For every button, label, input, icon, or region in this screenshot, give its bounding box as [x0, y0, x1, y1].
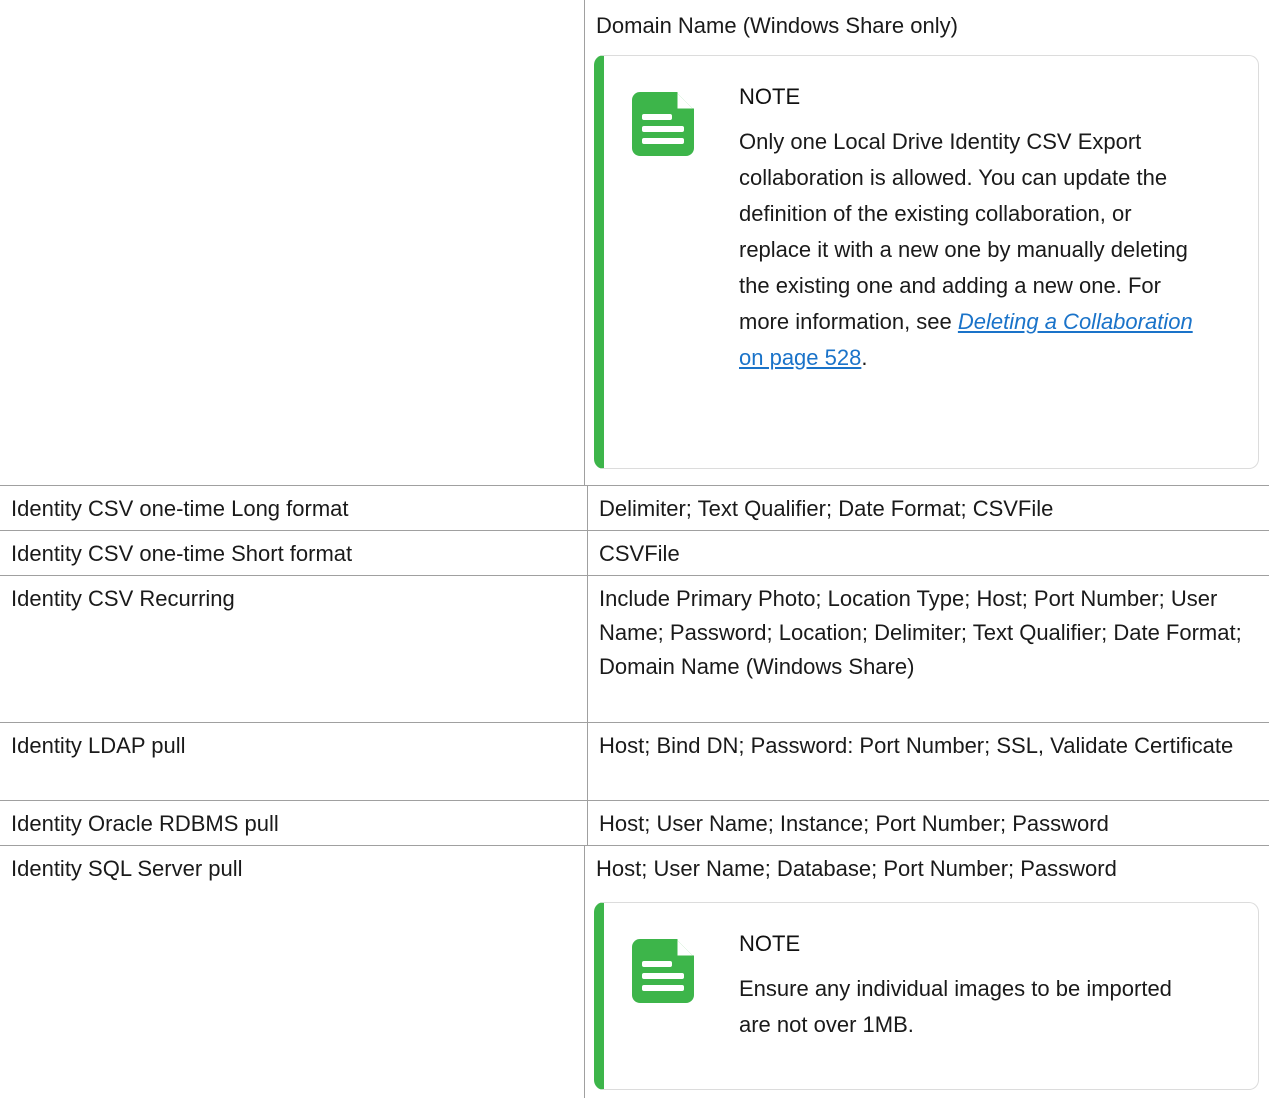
table-cell-type: Identity CSV one-time Long format — [11, 496, 349, 521]
document-note-icon — [632, 939, 694, 1003]
cell-text: Domain Name (Windows Share only) — [596, 13, 958, 38]
note-body: Ensure any individual images to be impor… — [739, 976, 1172, 1037]
table-cell-parameters: Domain Name (Windows Share only) NOTE On… — [584, 0, 1269, 485]
note-callout: NOTE Ensure any individual images to be … — [594, 902, 1259, 1090]
table-cell-type: Identity LDAP pull — [11, 733, 186, 758]
link-title: Deleting a Collaboration — [957, 309, 1193, 334]
cell-text: Host; User Name; Database; Port Number; … — [596, 856, 1117, 881]
table-cell-parameters: Include Primary Photo; Location Type; Ho… — [587, 576, 1269, 722]
link-page: on page 528 — [739, 345, 862, 370]
table-cell-type: Identity CSV Recurring — [11, 586, 235, 611]
table-cell-type — [0, 0, 584, 485]
document-note-icon — [632, 92, 694, 156]
table-cell-parameters: Host; Bind DN; Password: Port Number; SS… — [587, 723, 1269, 800]
table-cell-type: Identity CSV one-time Short format — [11, 541, 353, 566]
note-trail: . — [861, 345, 868, 370]
note-body: Only one Local Drive Identity CSV Export… — [739, 124, 1198, 376]
parameters-table: Domain Name (Windows Share only) NOTE On… — [0, 0, 1269, 1098]
note-title: NOTE — [739, 84, 801, 109]
note-callout: NOTE Only one Local Drive Identity CSV E… — [594, 55, 1259, 469]
table-row: Identity Oracle RDBMS pull Host; User Na… — [0, 801, 1269, 846]
table-cell-type: Identity SQL Server pull — [11, 856, 243, 881]
note-title: NOTE — [739, 931, 801, 956]
table-row: Identity CSV one-time Long format Delimi… — [0, 486, 1269, 531]
table-row: Identity CSV one-time Short format CSVFi… — [0, 531, 1269, 576]
table-cell-parameters: Host; User Name; Database; Port Number; … — [584, 846, 1269, 1098]
table-cell-parameters: CSVFile — [587, 531, 1269, 575]
table-cell-parameters: Host; User Name; Instance; Port Number; … — [587, 801, 1269, 845]
table-cell-type: Identity Oracle RDBMS pull — [11, 811, 279, 836]
table-row: Identity CSV Recurring Include Primary P… — [0, 576, 1269, 723]
table-cell-parameters: Delimiter; Text Qualifier; Date Format; … — [587, 486, 1269, 530]
table-row: Identity SQL Server pull Host; User Name… — [0, 846, 1269, 1098]
table-row: Domain Name (Windows Share only) NOTE On… — [0, 0, 1269, 486]
table-row: Identity LDAP pull Host; Bind DN; Passwo… — [0, 723, 1269, 801]
note-text: Only one Local Drive Identity CSV Export… — [739, 129, 1188, 334]
